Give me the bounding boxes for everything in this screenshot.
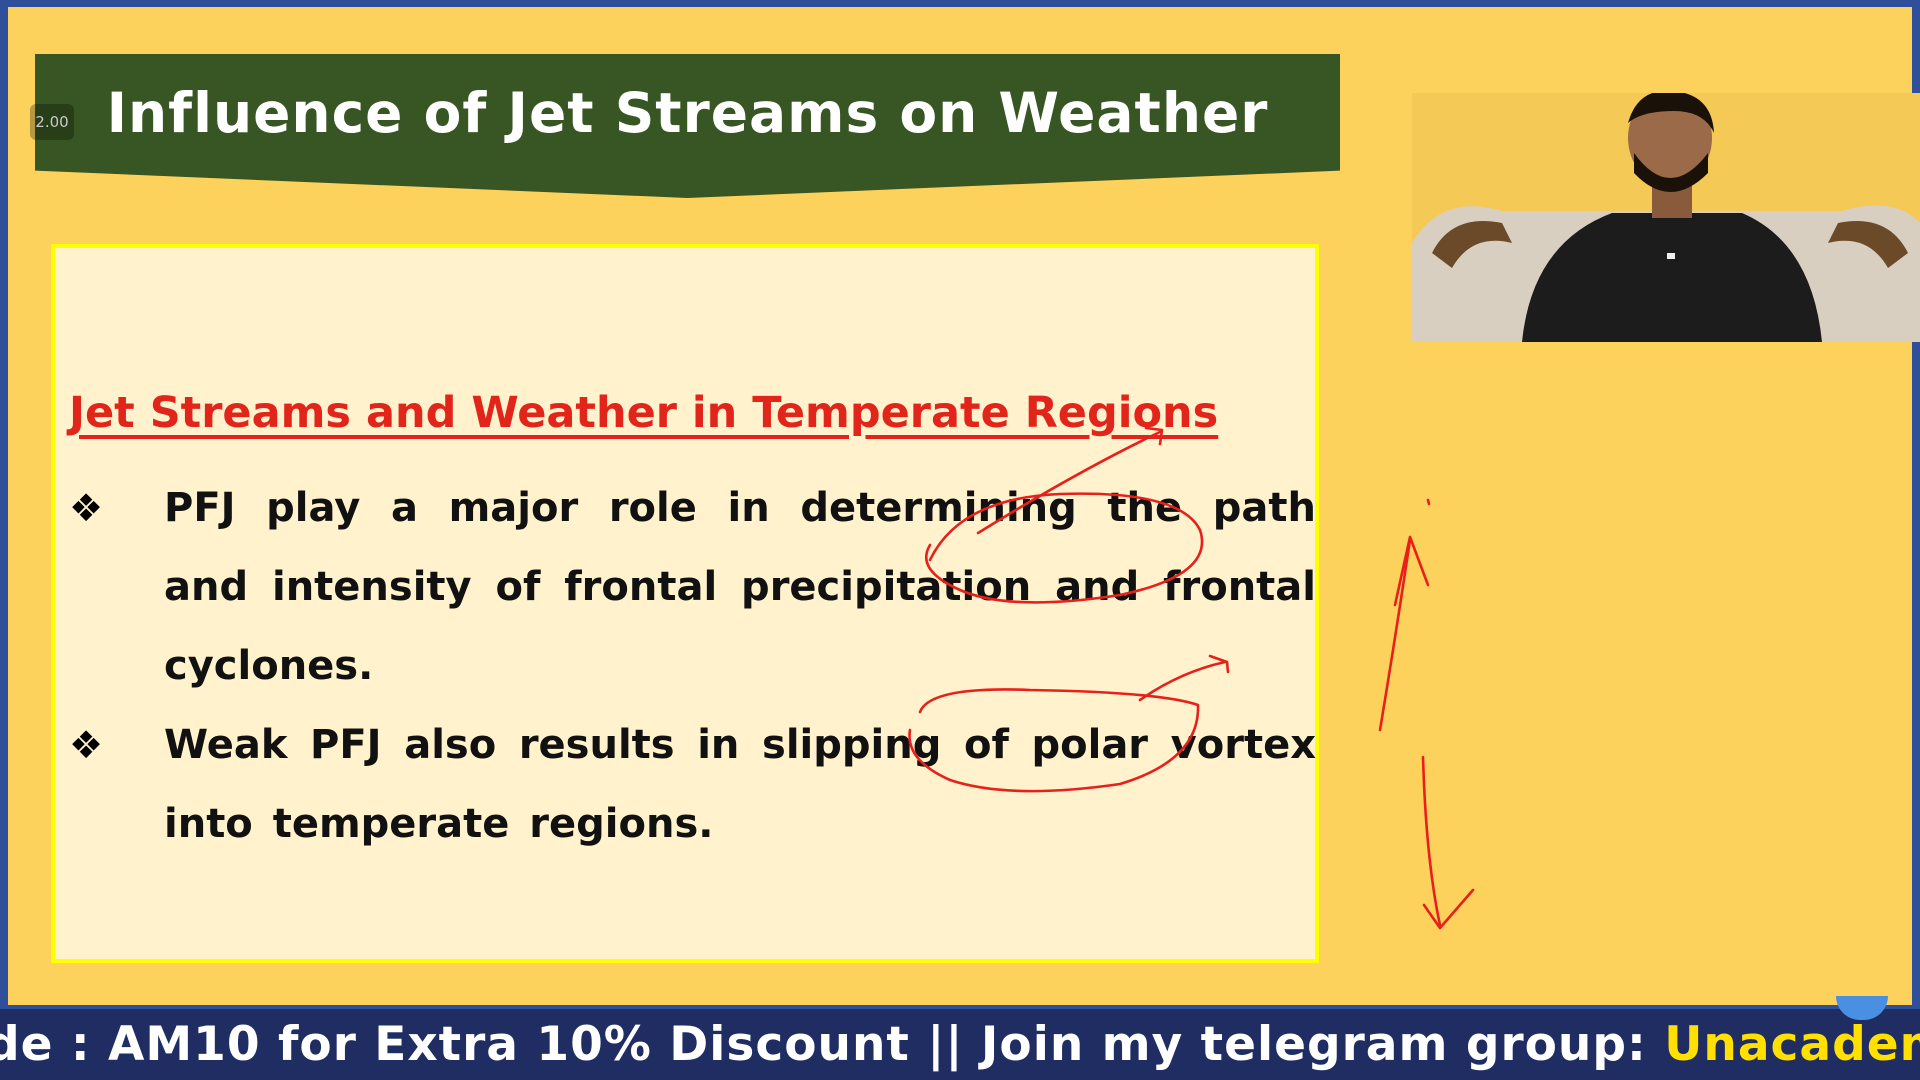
slide-title: Influence of Jet Streams on Weather	[106, 81, 1269, 145]
bullet-text: Weak PFJ also results in slipping of pol…	[164, 722, 1316, 847]
ticker-text: de : AM10 for Extra 10% Discount || Join…	[0, 1009, 1920, 1080]
ticker-promo-text: de : AM10 for Extra 10% Discount || Join…	[0, 1017, 1665, 1072]
ticker-telegram-handle: Unacademy_Aniruddh	[1664, 1017, 1920, 1072]
bullet-item: ❖ Weak PFJ also results in slipping of p…	[69, 706, 1316, 847]
presenter-video-icon	[1412, 93, 1920, 342]
content-box: Jet Streams and Weather in Temperate Reg…	[51, 244, 1319, 963]
bullet-item: ❖ PFJ play a major role in determining t…	[69, 469, 1316, 689]
title-banner: Influence of Jet Streams on Weather	[35, 54, 1340, 198]
bullet-text: PFJ play a major role in determining the…	[164, 485, 1316, 689]
diamond-bullet-icon: ❖	[69, 723, 104, 767]
playback-speed-badge[interactable]: 2.00	[30, 104, 74, 140]
presentation-slide: Influence of Jet Streams on Weather 2.00…	[8, 7, 1920, 1005]
section-heading: Jet Streams and Weather in Temperate Reg…	[69, 388, 1219, 438]
ticker-bar: de : AM10 for Extra 10% Discount || Join…	[0, 1009, 1920, 1080]
diamond-bullet-icon: ❖	[69, 486, 104, 530]
presenter-webcam	[1412, 93, 1920, 342]
